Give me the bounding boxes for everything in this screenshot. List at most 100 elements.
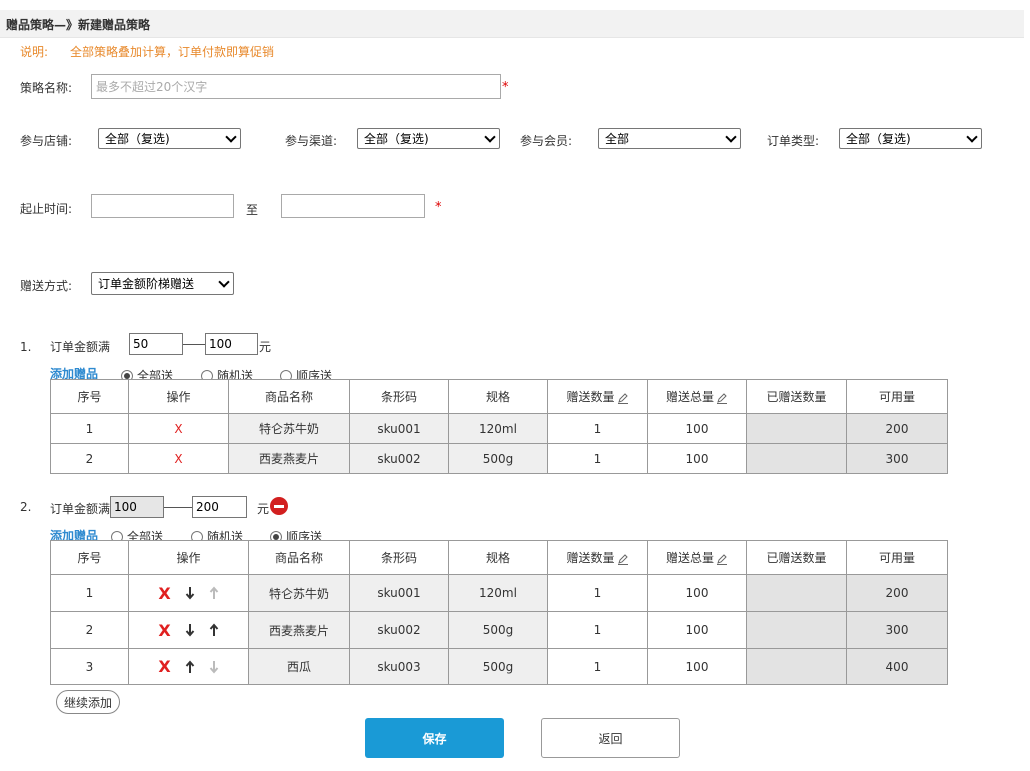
cell-given	[746, 443, 847, 474]
col-qty-label: 赠送数量	[566, 390, 615, 404]
tier-label: 订单金额满	[50, 340, 111, 354]
col-seq: 序号	[50, 379, 129, 414]
continue-add-button[interactable]: 继续添加	[56, 690, 120, 714]
edit-pencil-icon[interactable]	[617, 392, 629, 404]
tier-max-value: 100	[209, 337, 232, 351]
cell-qty[interactable]: 1	[547, 611, 648, 649]
col-spec: 规格	[448, 379, 548, 414]
cell-available: 400	[846, 648, 948, 685]
cell-name: 西瓜	[248, 648, 350, 685]
table-row: 1 X 特仑苏牛奶 sku001 120ml 1 100 200	[50, 413, 948, 444]
cell-total[interactable]: 100	[647, 443, 747, 474]
move-down-icon[interactable]	[185, 623, 195, 637]
col-total: 赠送总量	[647, 540, 747, 575]
tier-min-input[interactable]: 50	[129, 333, 183, 355]
cell-name: 西麦燕麦片	[248, 611, 350, 649]
back-button-label: 返回	[598, 731, 623, 746]
col-name: 商品名称	[228, 379, 350, 414]
save-button[interactable]: 保存	[365, 718, 504, 758]
chevron-down-icon	[966, 130, 978, 143]
col-qty: 赠送数量	[547, 379, 648, 414]
table-row: 2 X 西麦燕麦片 sku002 500g 1 100 300	[50, 443, 948, 474]
channel-select[interactable]: 全部（复选)	[357, 128, 500, 149]
member-select[interactable]: 全部	[598, 128, 741, 149]
tier-max-value: 200	[196, 500, 219, 514]
ordertype-label: 订单类型:	[767, 134, 820, 148]
cell-available: 200	[846, 413, 948, 444]
cell-qty[interactable]: 1	[547, 648, 648, 685]
table-row: 2 X 西麦燕麦片 sku002 500g 1 100 300	[50, 611, 948, 649]
col-barcode: 条形码	[349, 540, 449, 575]
back-button[interactable]: 返回	[541, 718, 680, 758]
chevron-down-icon	[484, 130, 496, 143]
cell-total[interactable]: 100	[647, 611, 747, 649]
cell-qty[interactable]: 1	[547, 443, 648, 474]
edit-pencil-icon[interactable]	[617, 553, 629, 565]
tier-min-value: 100	[114, 500, 137, 514]
cell-spec: 500g	[448, 443, 548, 474]
edit-pencil-icon[interactable]	[716, 553, 728, 565]
gift-mode-select[interactable]: 订单金额阶梯赠送	[91, 272, 234, 295]
delete-x-icon[interactable]: X	[158, 657, 170, 676]
member-label: 参与会员:	[520, 134, 573, 148]
cell-op: X	[128, 574, 249, 612]
tier-min-value: 50	[133, 337, 149, 351]
remove-tier-icon[interactable]	[270, 497, 288, 515]
delete-x-icon[interactable]: X	[174, 452, 182, 466]
tier-index: 1.	[20, 340, 32, 354]
store-select-value: 全部（复选)	[105, 132, 170, 146]
cell-name: 特仑苏牛奶	[228, 413, 350, 444]
col-qty: 赠送数量	[547, 540, 648, 575]
cell-total[interactable]: 100	[647, 413, 747, 444]
move-up-icon[interactable]	[185, 659, 195, 674]
save-button-label: 保存	[422, 731, 447, 746]
tier-unit: 元	[257, 502, 270, 516]
time-to-label: 至	[246, 203, 259, 217]
cell-barcode: sku002	[349, 443, 449, 474]
tier-max-input[interactable]: 100	[205, 333, 258, 355]
table-header-row: 序号 操作 商品名称 条形码 规格 赠送数量 赠送总量 已赠送数量 可用量	[50, 540, 948, 575]
ordertype-select-value: 全部（复选)	[846, 132, 911, 146]
range-dash	[183, 344, 205, 345]
store-select[interactable]: 全部（复选)	[98, 128, 241, 149]
cell-available: 300	[846, 611, 948, 649]
col-spec: 规格	[448, 540, 548, 575]
cell-spec: 500g	[448, 648, 548, 685]
cell-qty[interactable]: 1	[547, 413, 648, 444]
edit-pencil-icon[interactable]	[716, 392, 728, 404]
col-op: 操作	[128, 540, 249, 575]
ordertype-select[interactable]: 全部（复选)	[839, 128, 982, 149]
start-time-input[interactable]	[91, 194, 234, 218]
cell-available: 200	[846, 574, 948, 612]
cell-available: 300	[846, 443, 948, 474]
time-label: 起止时间:	[20, 202, 73, 216]
tier-label: 订单金额满	[50, 502, 111, 516]
cell-spec: 120ml	[448, 574, 548, 612]
move-up-icon[interactable]	[209, 623, 219, 637]
channel-select-value: 全部（复选)	[364, 132, 429, 146]
move-down-icon[interactable]	[185, 586, 195, 600]
cell-given	[746, 574, 847, 612]
delete-x-icon[interactable]: X	[174, 422, 182, 436]
cell-total[interactable]: 100	[647, 574, 747, 612]
channel-label: 参与渠道:	[285, 134, 338, 148]
cell-op: X	[128, 648, 249, 685]
delete-x-icon[interactable]: X	[158, 621, 170, 640]
gift-mode-label: 赠送方式:	[20, 279, 73, 293]
tier-min-input: 100	[110, 496, 164, 518]
move-down-icon	[209, 660, 218, 674]
note-label: 说明:	[20, 45, 49, 59]
delete-x-icon[interactable]: X	[158, 584, 170, 603]
cell-op: X	[128, 443, 229, 474]
strategy-name-input[interactable]: 最多不超过20个汉字	[91, 74, 501, 99]
cell-spec: 500g	[448, 611, 548, 649]
strategy-name-placeholder: 最多不超过20个汉字	[96, 80, 208, 94]
table-row: 1 X 特仑苏牛奶 sku001 120ml 1 100 200	[50, 574, 948, 612]
member-select-value: 全部	[605, 132, 630, 146]
end-time-input[interactable]	[281, 194, 425, 218]
required-mark: *	[435, 200, 442, 215]
cell-qty[interactable]: 1	[547, 574, 648, 612]
cell-given	[746, 611, 847, 649]
cell-total[interactable]: 100	[647, 648, 747, 685]
tier-max-input[interactable]: 200	[192, 496, 247, 518]
